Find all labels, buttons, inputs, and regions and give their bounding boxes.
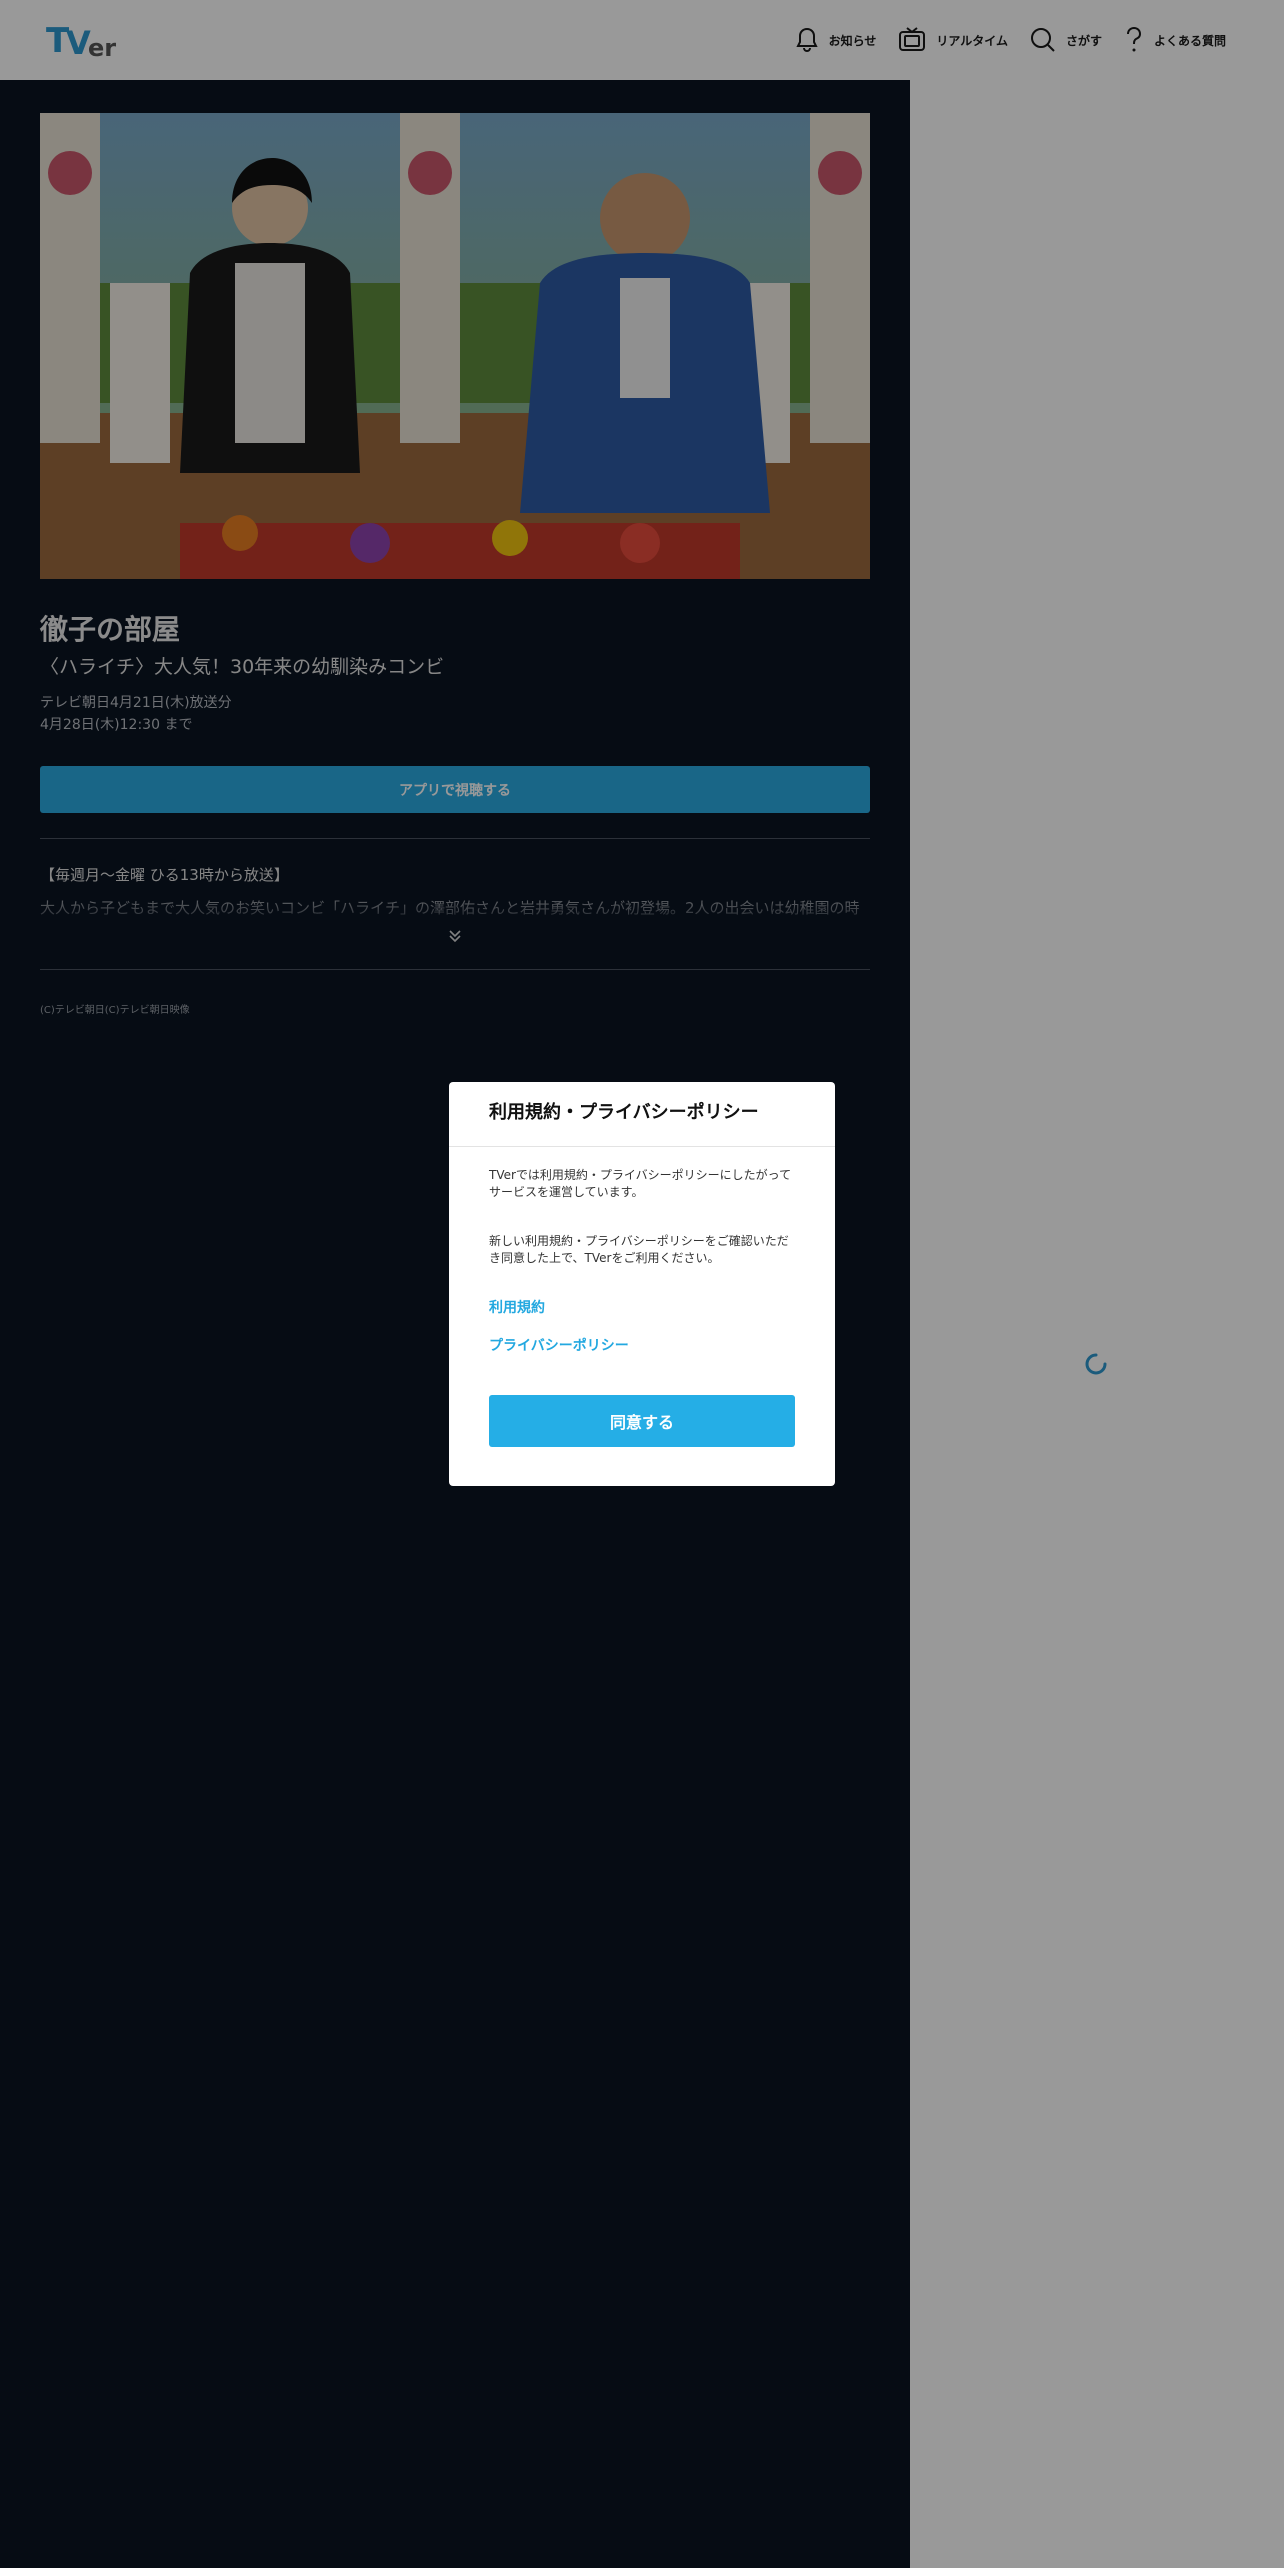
terms-modal: 利用規約・プライバシーポリシー TVerでは利用規約・プライバシーポリシーにした… [449, 1082, 835, 1486]
privacy-policy-link[interactable]: プライバシーポリシー [489, 1335, 629, 1355]
modal-paragraph-1: TVerでは利用規約・プライバシーポリシーにしたがってサービスを運営しています。 [489, 1168, 792, 1199]
modal-title: 利用規約・プライバシーポリシー [489, 1102, 759, 1123]
agree-button[interactable]: 同意する [489, 1395, 795, 1447]
terms-link[interactable]: 利用規約 [489, 1297, 545, 1317]
modal-paragraph-2: 新しい利用規約・プライバシーポリシーをご確認いただき同意した上で、TVerをご利… [489, 1234, 789, 1265]
modal-divider [449, 1146, 835, 1147]
